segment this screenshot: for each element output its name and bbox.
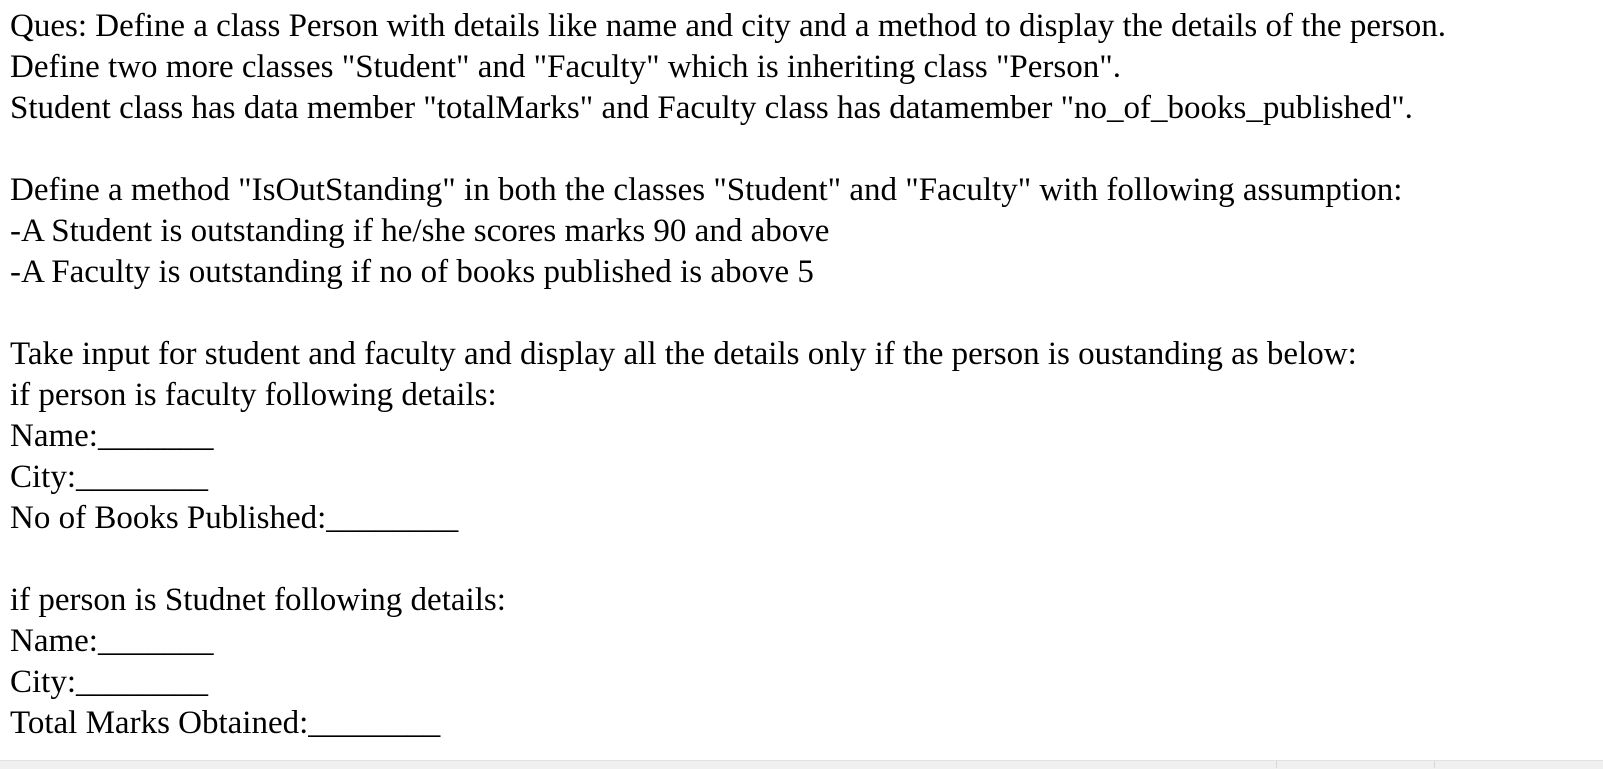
- footer-divider: [1434, 761, 1435, 768]
- method-definition-line: Define a method "IsOutStanding" in both …: [10, 172, 1403, 208]
- question-line-1: Ques: Define a class Person with details…: [10, 8, 1447, 44]
- student-name-field: Name:_______: [10, 623, 214, 659]
- student-city-field: City:________: [10, 664, 209, 700]
- student-details-heading: if person is Studnet following details:: [10, 582, 506, 618]
- footer-divider: [1276, 761, 1277, 768]
- student-marks-field: Total Marks Obtained:________: [10, 705, 441, 741]
- faculty-details-heading: if person is faculty following details:: [10, 377, 497, 413]
- faculty-name-field: Name:_______: [10, 418, 214, 454]
- document-body: Ques: Define a class Person with details…: [10, 6, 1446, 744]
- student-assumption-line: -A Student is outstanding if he/she scor…: [10, 213, 830, 249]
- faculty-books-field: No of Books Published:________: [10, 500, 459, 536]
- faculty-city-field: City:________: [10, 459, 209, 495]
- faculty-assumption-line: -A Faculty is outstanding if no of books…: [10, 254, 814, 290]
- input-instruction-line: Take input for student and faculty and d…: [10, 336, 1357, 372]
- question-line-2: Define two more classes "Student" and "F…: [10, 49, 1121, 85]
- question-line-3: Student class has data member "totalMark…: [10, 90, 1413, 126]
